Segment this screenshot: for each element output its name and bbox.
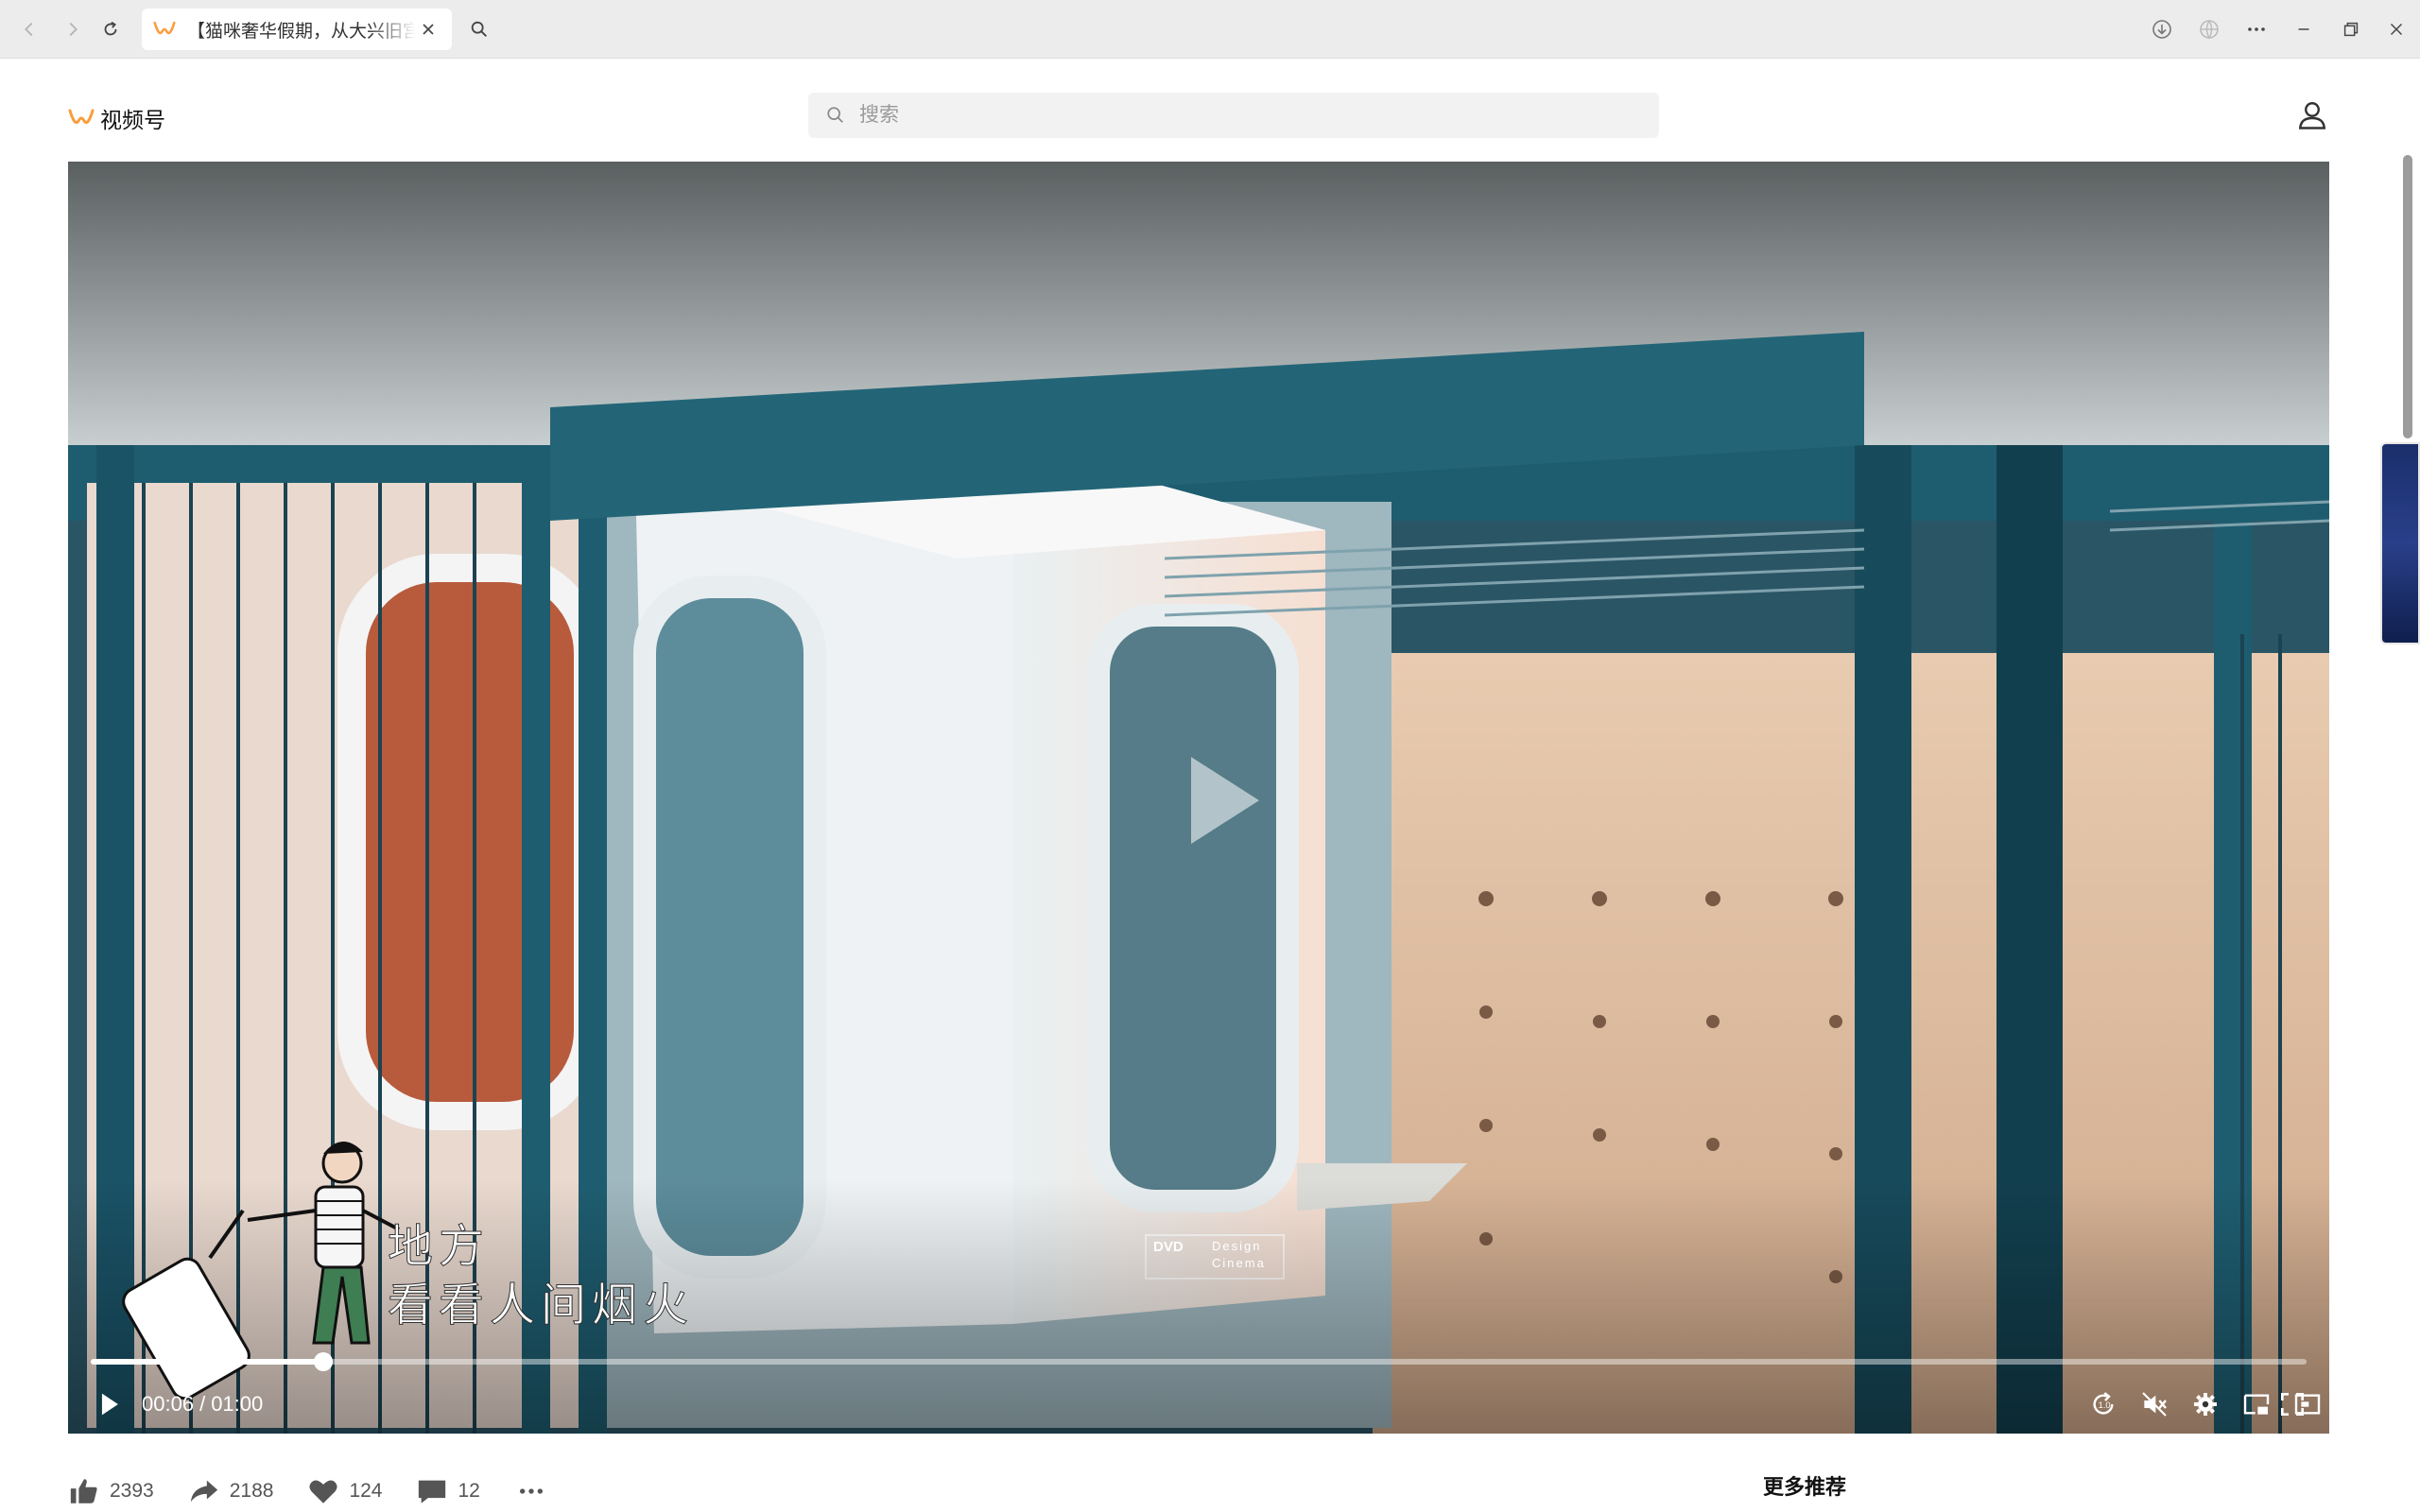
window-close-button[interactable]: [2380, 13, 2412, 45]
search-icon: [827, 107, 843, 123]
channels-logo-icon: [68, 109, 95, 125]
action-bar: 2393 2188 124 12: [68, 1472, 548, 1510]
progress-bar[interactable]: [91, 1352, 2307, 1371]
restore-button[interactable]: [2335, 13, 2367, 45]
reload-button[interactable]: [95, 13, 127, 45]
more-icon: [2248, 27, 2265, 31]
reload-icon: [104, 21, 117, 36]
progress-handle[interactable]: [314, 1352, 334, 1371]
svg-text:1.0: 1.0: [2099, 1400, 2111, 1410]
thumbs-up-icon: [70, 1479, 97, 1503]
globe-icon: [2200, 20, 2219, 40]
caption-line-1: 地方: [387, 1220, 491, 1274]
pip-button[interactable]: [2238, 1386, 2274, 1422]
page-scrollbar[interactable]: [2403, 155, 2412, 438]
watermark-design: Design: [1212, 1239, 1262, 1253]
share-icon: [190, 1480, 217, 1503]
player-controls: 00:06/01:00 1.0: [68, 1381, 2329, 1434]
site-name: 视频号: [100, 108, 165, 132]
back-button[interactable]: [13, 13, 45, 45]
restore-icon: [2343, 22, 2359, 37]
forward-button[interactable]: [57, 13, 89, 45]
mute-button[interactable]: [2136, 1386, 2172, 1422]
replay-icon: 1.0: [2093, 1392, 2114, 1415]
browser-toolbar: 【猫咪奢华假期，从大兴旧宫开始】: [0, 0, 2420, 59]
channels-logo-icon: [153, 21, 176, 35]
speed-button[interactable]: 1.0: [2085, 1386, 2121, 1422]
close-icon: [423, 24, 434, 35]
browser-menu-button[interactable]: [2240, 13, 2273, 45]
play-icon[interactable]: [93, 1388, 125, 1420]
tab-title: 【猫咪奢华假期，从大兴旧宫开始】: [187, 21, 416, 42]
progress-played: [91, 1359, 324, 1365]
search-input[interactable]: [859, 104, 1616, 127]
share-count: 2188: [229, 1480, 274, 1502]
tab-close-button[interactable]: [416, 17, 441, 42]
favorite-button[interactable]: 124: [307, 1475, 382, 1507]
settings-button[interactable]: [2187, 1386, 2223, 1422]
download-icon: [2152, 20, 2171, 39]
more-actions-button[interactable]: [514, 1475, 548, 1507]
duration: 01:00: [211, 1392, 264, 1416]
browser-tab-active[interactable]: 【猫咪奢华假期，从大兴旧宫开始】: [142, 9, 452, 50]
search-icon: [471, 21, 487, 37]
watermark-cinema: Cinema: [1212, 1256, 1266, 1270]
tab-search-button[interactable]: [463, 13, 495, 45]
like-count: 2393: [110, 1480, 154, 1502]
caption-line-2: 看看人间烟火: [387, 1279, 695, 1332]
site-logo[interactable]: 视频号: [68, 102, 165, 134]
favorite-count: 124: [349, 1480, 383, 1502]
comment-button[interactable]: 12: [416, 1475, 480, 1507]
time-display: 00:06/01:00: [142, 1392, 263, 1417]
minimize-icon: [2298, 28, 2309, 30]
current-time: 00:06: [142, 1392, 195, 1416]
time-separator: /: [199, 1392, 206, 1416]
big-play-button[interactable]: [1165, 744, 1278, 857]
settings-icon: [2194, 1393, 2217, 1416]
more-icon: [519, 1488, 543, 1494]
user-icon[interactable]: [2295, 98, 2329, 132]
share-button[interactable]: 2188: [188, 1475, 274, 1507]
minimize-button[interactable]: [2288, 13, 2320, 45]
comment-count: 12: [458, 1480, 480, 1502]
back-icon: [25, 22, 33, 37]
mute-icon: [2142, 1392, 2167, 1417]
video-player[interactable]: 地方 看看人间烟火 DVD Design Cinema 00:06/01:00 …: [68, 162, 2329, 1434]
search-bar[interactable]: [808, 93, 1659, 138]
fullscreen-button[interactable]: [2274, 1386, 2310, 1422]
fullscreen-icon: [2281, 1393, 2304, 1416]
comment-icon: [419, 1480, 446, 1503]
forward-icon: [69, 22, 78, 37]
more-recommendations-title: 更多推荐: [1763, 1475, 1847, 1499]
translate-button[interactable]: [2193, 13, 2225, 45]
window-close-icon: [2390, 23, 2403, 36]
like-button[interactable]: 2393: [68, 1475, 154, 1507]
pip-icon: [2243, 1394, 2270, 1415]
download-button[interactable]: [2146, 13, 2178, 45]
watermark-dvd: DVD: [1153, 1239, 1184, 1255]
side-recommend-thumbnail[interactable]: [2380, 442, 2420, 644]
heart-icon: [309, 1480, 337, 1503]
